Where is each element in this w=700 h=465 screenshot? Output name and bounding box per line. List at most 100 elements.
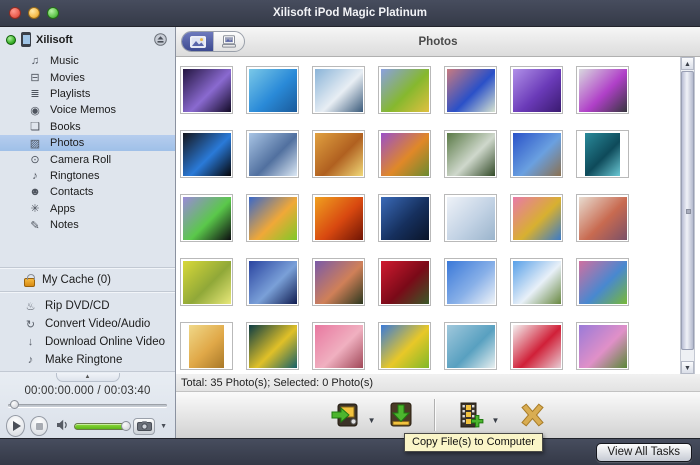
photo-image bbox=[512, 260, 561, 304]
seek-slider[interactable] bbox=[8, 400, 167, 410]
sidebar-item-contacts[interactable]: ☻ Contacts bbox=[0, 184, 175, 200]
photo-thumbnail[interactable] bbox=[444, 130, 497, 178]
sidebar-tool-rip-dvd-cd[interactable]: ♨ Rip DVD/CD bbox=[0, 297, 175, 315]
sidebar-item-apps[interactable]: ✳ Apps bbox=[0, 201, 175, 217]
photo-image bbox=[578, 324, 627, 368]
play-button[interactable] bbox=[6, 415, 26, 437]
photo-image bbox=[512, 324, 561, 368]
sidebar-item-movies[interactable]: ⊟ Movies bbox=[0, 69, 175, 85]
minimize-button[interactable] bbox=[28, 7, 40, 19]
sidebar-item-notes[interactable]: ✎ Notes bbox=[0, 217, 175, 233]
photo-thumbnail[interactable] bbox=[444, 194, 497, 242]
copy-to-computer-button[interactable] bbox=[386, 401, 416, 429]
photo-thumbnail[interactable] bbox=[312, 258, 365, 306]
camera-icon bbox=[136, 421, 152, 431]
zoom-button[interactable] bbox=[47, 7, 59, 19]
sidebar-item-playlists[interactable]: ≣ Playlists bbox=[0, 86, 175, 102]
photo-thumbnail[interactable] bbox=[180, 66, 233, 114]
copy-to-device-button[interactable] bbox=[328, 401, 362, 429]
photo-grid bbox=[176, 57, 680, 374]
content-toolbar: Photos bbox=[176, 27, 700, 57]
sidebar-item-camera-roll[interactable]: ⊙ Camera Roll bbox=[0, 151, 175, 167]
photo-thumbnail[interactable] bbox=[444, 66, 497, 114]
scroll-up-button[interactable]: ▲ bbox=[681, 57, 694, 70]
album-view-button[interactable] bbox=[213, 32, 244, 51]
photo-thumbnail[interactable] bbox=[378, 66, 431, 114]
sidebar-tool-make-ringtone[interactable]: ♪ Make Ringtone bbox=[0, 351, 175, 369]
photo-image bbox=[248, 324, 297, 368]
photo-image bbox=[182, 68, 231, 112]
delete-button[interactable] bbox=[517, 403, 548, 427]
sidebar-tool-convert-video-audio[interactable]: ↻ Convert Video/Audio bbox=[0, 315, 175, 333]
photo-image bbox=[446, 196, 495, 240]
photo-thumbnail[interactable] bbox=[576, 130, 629, 178]
photo-thumbnail[interactable] bbox=[378, 194, 431, 242]
photo-image bbox=[446, 324, 495, 368]
playback-controls: ▼ bbox=[0, 412, 175, 438]
photo-thumbnail[interactable] bbox=[510, 322, 563, 370]
photo-thumbnail[interactable] bbox=[312, 194, 365, 242]
sidebar-item-ringtones[interactable]: ♪ Ringtones bbox=[0, 168, 175, 184]
collapse-handle[interactable]: ▲ bbox=[55, 373, 120, 382]
photo-icon: ▨ bbox=[29, 137, 41, 150]
chevron-down-icon[interactable]: ▼ bbox=[160, 423, 167, 430]
scrollbar-track[interactable] bbox=[681, 70, 694, 361]
delete-x-icon bbox=[521, 403, 545, 427]
photo-thumbnail[interactable] bbox=[444, 322, 497, 370]
sidebar-device-row[interactable]: Xilisoft bbox=[0, 27, 175, 49]
sidebar-tool-download-online-video[interactable]: ↓ Download Online Video bbox=[0, 333, 175, 351]
photo-thumbnail[interactable] bbox=[576, 322, 629, 370]
photo-thumbnail[interactable] bbox=[312, 66, 365, 114]
photo-thumbnail[interactable] bbox=[180, 130, 233, 178]
eject-icon[interactable] bbox=[154, 33, 167, 46]
photo-thumbnail[interactable] bbox=[378, 258, 431, 306]
photo-thumbnail[interactable] bbox=[180, 194, 233, 242]
stop-button[interactable] bbox=[30, 416, 49, 436]
photo-thumbnail[interactable] bbox=[246, 322, 299, 370]
photo-thumbnail[interactable] bbox=[510, 194, 563, 242]
photo-thumbnail[interactable] bbox=[510, 258, 563, 306]
photo-thumbnail[interactable] bbox=[378, 322, 431, 370]
microphone-icon: ◉ bbox=[30, 104, 40, 117]
photo-thumbnail[interactable] bbox=[576, 66, 629, 114]
notes-icon: ✎ bbox=[30, 219, 40, 232]
sidebar-item-my-cache[interactable]: My Cache (0) bbox=[0, 269, 175, 291]
scrollbar-thumb[interactable] bbox=[681, 71, 694, 351]
photo-thumbnail[interactable] bbox=[246, 66, 299, 114]
photo-thumbnail[interactable] bbox=[378, 130, 431, 178]
scroll-down-button[interactable]: ▼ bbox=[681, 361, 694, 374]
photo-image bbox=[248, 132, 297, 176]
photo-thumbnail[interactable] bbox=[312, 322, 365, 370]
photo-image bbox=[380, 196, 429, 240]
photo-thumbnail[interactable] bbox=[576, 194, 629, 242]
titlebar: Xilisoft iPod Magic Platinum bbox=[0, 0, 700, 27]
sidebar-item-voice-memos[interactable]: ◉ Voice Memos bbox=[0, 102, 175, 118]
photo-thumbnail[interactable] bbox=[444, 258, 497, 306]
photo-view-button[interactable] bbox=[182, 32, 213, 51]
contact-icon: ☻ bbox=[29, 186, 41, 199]
photo-thumbnail[interactable] bbox=[180, 322, 233, 370]
seek-knob[interactable] bbox=[10, 400, 19, 409]
snapshot-button[interactable] bbox=[133, 417, 156, 435]
volume-knob[interactable] bbox=[121, 420, 132, 431]
close-button[interactable] bbox=[9, 7, 21, 19]
add-file-button[interactable] bbox=[454, 401, 486, 429]
chevron-down-icon[interactable]: ▼ bbox=[368, 416, 376, 425]
chevron-down-icon[interactable]: ▼ bbox=[492, 416, 500, 425]
volume-slider[interactable] bbox=[74, 420, 132, 431]
sidebar-item-photos[interactable]: ▨ Photos bbox=[0, 134, 175, 152]
photo-thumbnail[interactable] bbox=[510, 66, 563, 114]
view-all-tasks-button[interactable]: View All Tasks bbox=[595, 442, 692, 462]
photo-thumbnail[interactable] bbox=[510, 130, 563, 178]
photo-thumbnail[interactable] bbox=[246, 194, 299, 242]
photo-image bbox=[512, 68, 561, 112]
photo-image bbox=[512, 132, 561, 176]
photo-thumbnail[interactable] bbox=[180, 258, 233, 306]
sidebar-item-music[interactable]: ♫ Music bbox=[0, 53, 175, 69]
photo-thumbnail[interactable] bbox=[312, 130, 365, 178]
photo-thumbnail[interactable] bbox=[246, 258, 299, 306]
photo-thumbnail[interactable] bbox=[576, 258, 629, 306]
photo-thumbnail[interactable] bbox=[246, 130, 299, 178]
playlist-icon: ≣ bbox=[30, 88, 40, 101]
sidebar-item-books[interactable]: ❏ Books bbox=[0, 119, 175, 135]
